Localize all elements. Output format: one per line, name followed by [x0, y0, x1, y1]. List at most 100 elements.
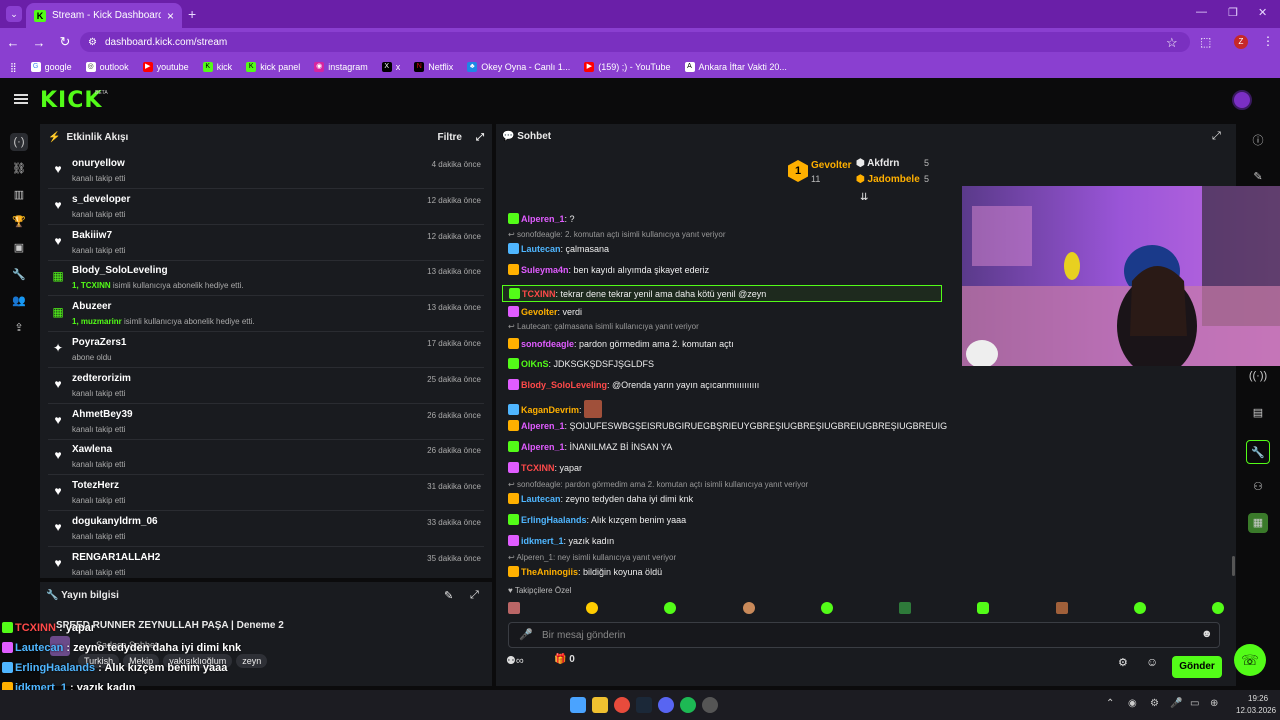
- browser-menu-icon[interactable]: ⋮: [1262, 34, 1274, 48]
- popout-icon[interactable]: ⤢: [476, 132, 484, 143]
- app-side-icon[interactable]: ▦: [1248, 513, 1268, 533]
- activity-username[interactable]: Xawlena: [72, 444, 112, 455]
- tools-side-icon[interactable]: 🔧: [1246, 440, 1270, 464]
- activity-username[interactable]: Blody_SoloLeveling: [72, 265, 168, 276]
- chat-settings-icon[interactable]: ⚙: [1118, 656, 1128, 669]
- send-button[interactable]: Gönder: [1172, 656, 1222, 678]
- activity-username[interactable]: dogukanyldrm_06: [72, 516, 158, 527]
- activity-item[interactable]: ♥ RENGAR1ALLAH2 kanalı takip etti 35 dakika…: [48, 549, 484, 583]
- bookmark-outlook[interactable]: ◎ outlook: [85, 62, 129, 72]
- activity-username[interactable]: s_developer: [72, 194, 130, 205]
- maximize-button[interactable]: ❐: [1228, 6, 1238, 19]
- points-display[interactable]: 🎁 0: [554, 654, 575, 665]
- back-icon[interactable]: ←: [0, 35, 26, 50]
- activity-item[interactable]: ♥ s_developer kanalı takip etti 12 dakika ö…: [48, 191, 484, 225]
- close-tab-icon[interactable]: ×: [167, 9, 174, 23]
- activity-username[interactable]: onuryellow: [72, 158, 125, 169]
- bookmark-kick[interactable]: Kkick: [202, 62, 232, 72]
- popout-info-icon[interactable]: ⤢: [470, 589, 479, 602]
- stream-nav-icon[interactable]: (·): [10, 133, 28, 151]
- extensions-icon[interactable]: ⬚: [1200, 35, 1211, 49]
- share-icon[interactable]: ⚇: [1248, 477, 1268, 497]
- emote[interactable]: [1055, 602, 1068, 614]
- chat-message[interactable]: Suleyma4n: ben kayıdı alıyımda şikayet e…: [508, 264, 709, 275]
- collapse-leaderboard-icon[interactable]: ⇊: [860, 192, 868, 203]
- activity-username[interactable]: Bakiiiw7: [72, 230, 112, 241]
- tag[interactable]: zeyn: [236, 654, 268, 668]
- emote[interactable]: [820, 602, 833, 614]
- chat-message[interactable]: ErlingHaalands: Alık kızçem benim yaaa: [508, 514, 686, 525]
- emote[interactable]: [899, 602, 912, 614]
- chat-username[interactable]: idkmert_1: [521, 536, 564, 546]
- tab-search-button[interactable]: ⌄: [6, 6, 22, 22]
- info-icon[interactable]: ⓘ: [1248, 131, 1268, 151]
- discord-icon[interactable]: [658, 697, 674, 713]
- reward-icon[interactable]: ⚉∞: [506, 654, 524, 667]
- leader-name[interactable]: ⬢ Akfdrn: [856, 158, 899, 169]
- chrome-icon[interactable]: [614, 697, 630, 713]
- activity-username[interactable]: RENGAR1ALLAH2: [72, 552, 160, 563]
- chat-username[interactable]: TheAninogiis: [521, 567, 578, 577]
- chat-username[interactable]: Alperen_1: [521, 442, 565, 452]
- edit-side-icon[interactable]: ✎: [1248, 167, 1268, 187]
- tray-network-icon[interactable]: ⊕: [1210, 698, 1218, 709]
- print-icon[interactable]: ▤: [1248, 403, 1268, 423]
- tray-app-icon[interactable]: ◉: [1128, 698, 1137, 709]
- bookmark-google[interactable]: Ggoogle: [30, 62, 72, 72]
- chat-username[interactable]: Lautecan: [521, 494, 561, 504]
- emote[interactable]: [664, 602, 677, 614]
- activity-username[interactable]: Abuzeer: [72, 301, 111, 312]
- activity-username[interactable]: AhmetBey39: [72, 409, 133, 420]
- emote[interactable]: [1133, 602, 1146, 614]
- bookmark-netflix[interactable]: N Netflix: [414, 62, 453, 72]
- chat-message[interactable]: Blody_SoloLeveling: @Orenda yarın yayın …: [508, 379, 759, 390]
- forward-icon[interactable]: →: [26, 35, 52, 50]
- emoji-picker-icon[interactable]: ☻: [1201, 628, 1213, 640]
- steam-icon[interactable]: [636, 697, 652, 713]
- bookmark-okey[interactable]: ♣ Okey Oyna - Canlı 1...: [467, 62, 570, 72]
- chat-username[interactable]: Lautecan: [521, 244, 561, 254]
- chat-message[interactable]: TCXINN: tekrar dene tekrar yenil ama dah…: [502, 285, 942, 302]
- chat-message[interactable]: KaganDevrim:: [508, 400, 603, 418]
- emote[interactable]: [586, 602, 599, 614]
- chat-input[interactable]: 🎤 Bir mesaj gönderin ☻: [508, 622, 1220, 648]
- url-field[interactable]: ⚙ dashboard.kick.com/stream: [80, 32, 1190, 52]
- chat-username[interactable]: Alperen_1: [521, 214, 565, 224]
- chat-message[interactable]: Alperen_1: İNANILMAZ Bİ İNSAN YA: [508, 441, 672, 452]
- user-avatar[interactable]: [1232, 90, 1252, 110]
- chat-message[interactable]: TheAninogiis: bildiğin koyuna öldü: [508, 566, 662, 577]
- chat-username[interactable]: Blody_SoloLeveling: [521, 380, 607, 390]
- tray-display-icon[interactable]: ▭: [1190, 698, 1199, 709]
- video-nav-icon[interactable]: ▣: [10, 239, 28, 257]
- reload-icon[interactable]: ↻: [52, 34, 78, 50]
- microphone-icon[interactable]: 🎤: [519, 628, 533, 641]
- chat-message[interactable]: Gevolter: verdi: [508, 306, 582, 317]
- tray-arrow-icon[interactable]: ⌃: [1106, 698, 1114, 709]
- activity-item[interactable]: ♥ TotezHerz kanalı takip etti 31 dakika önc…: [48, 477, 484, 512]
- upload-nav-icon[interactable]: ⇪: [10, 319, 28, 337]
- activity-username[interactable]: zedterorizim: [72, 373, 131, 384]
- chat-message[interactable]: idkmert_1: yazık kadın: [508, 535, 614, 546]
- chat-users-icon[interactable]: ☺: [1146, 655, 1158, 669]
- chat-username[interactable]: TCXINN: [522, 289, 556, 299]
- chat-scrollbar[interactable]: [1232, 556, 1235, 576]
- broadcast-icon[interactable]: ((·)): [1248, 366, 1268, 386]
- chat-username[interactable]: ErlingHaalands: [521, 515, 587, 525]
- clock-time[interactable]: 19:26: [1248, 694, 1268, 703]
- chat-message[interactable]: sonofdeagle: pardon görmedim ama 2. komu…: [508, 338, 734, 349]
- bookmark-youtube-2[interactable]: ▶ (159) ;) - YouTube: [584, 62, 671, 72]
- activity-item[interactable]: ♥ Xawlena kanalı takip etti 26 dakika önce: [48, 441, 484, 476]
- link-nav-icon[interactable]: ⛓: [10, 160, 28, 178]
- activity-item[interactable]: ♥ onuryellow kanalı takip etti 4 dakika önc…: [48, 155, 484, 189]
- kick-logo[interactable]: KICK: [40, 88, 102, 113]
- activity-username[interactable]: PoyraZers1: [72, 337, 126, 348]
- trophy-nav-icon[interactable]: 🏆: [10, 213, 28, 231]
- tray-mic-icon[interactable]: 🎤: [1170, 698, 1182, 709]
- activity-item[interactable]: ♥ Bakiiiw7 kanalı takip etti 12 dakika önce: [48, 227, 484, 261]
- activity-item[interactable]: ✦ PoyraZers1 abone oldu 17 dakika önce: [48, 334, 484, 368]
- clock-date[interactable]: 12.03.2026: [1236, 706, 1276, 715]
- users-nav-icon[interactable]: 👥: [10, 292, 28, 310]
- chat-message[interactable]: Alperen_1: ŞOIJUFESWBGŞEISRUBGIRUEGBŞRIE…: [508, 420, 947, 431]
- spotify-icon[interactable]: [680, 697, 696, 713]
- chat-username[interactable]: KaganDevrim: [521, 405, 579, 415]
